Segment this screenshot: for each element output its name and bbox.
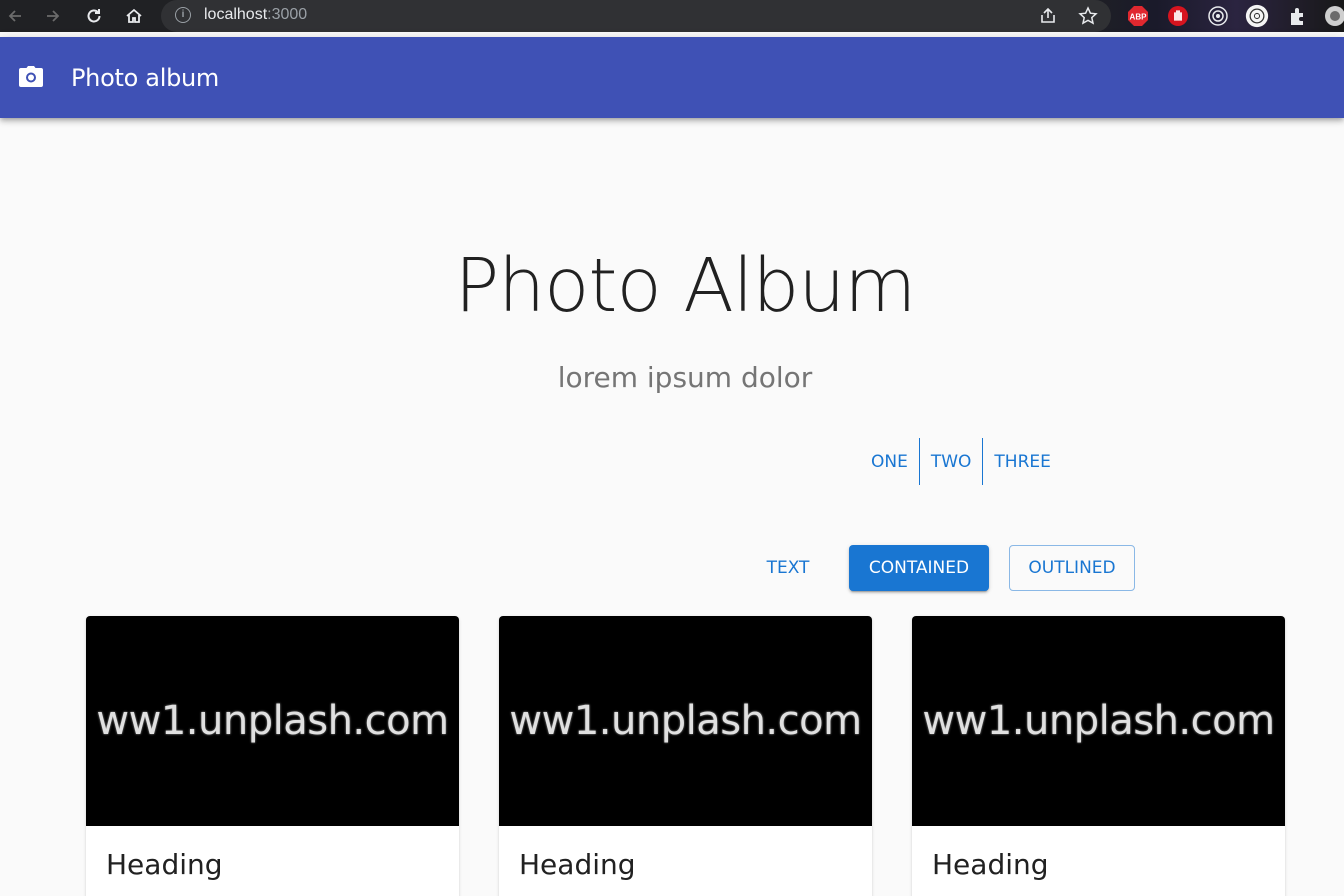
extensions-icon[interactable] xyxy=(1286,4,1310,28)
button-three[interactable]: THREE xyxy=(983,438,1061,485)
page-title: Photo Album xyxy=(454,243,917,329)
profile-icon[interactable] xyxy=(1323,4,1344,28)
circle-icon[interactable] xyxy=(1245,4,1269,28)
forward-icon[interactable] xyxy=(38,0,68,32)
photo-card[interactable]: ww1.unplash.com Heading xyxy=(499,616,872,896)
card-image: ww1.unplash.com xyxy=(499,616,872,826)
card-heading: Heading xyxy=(106,848,223,881)
svg-text:ABP: ABP xyxy=(1130,13,1148,22)
adblock-icon[interactable]: ABP xyxy=(1126,4,1150,28)
card-heading: Heading xyxy=(932,848,1049,881)
card-image: ww1.unplash.com xyxy=(912,616,1285,826)
card-image-text: ww1.unplash.com xyxy=(509,698,862,744)
browser-toolbar: i localhost:3000 ABP xyxy=(0,0,1344,32)
card-heading: Heading xyxy=(519,848,636,881)
hand-icon[interactable] xyxy=(1166,4,1190,28)
home-icon[interactable] xyxy=(119,0,149,32)
card-image-text: ww1.unplash.com xyxy=(922,698,1275,744)
card-image: ww1.unplash.com xyxy=(86,616,459,826)
share-icon[interactable] xyxy=(1036,4,1060,28)
camera-icon xyxy=(18,65,44,89)
star-icon[interactable] xyxy=(1076,4,1100,28)
page-subtitle: lorem ipsum dolor xyxy=(557,361,813,394)
card-image-text: ww1.unplash.com xyxy=(96,698,449,744)
url-text[interactable]: localhost:3000 xyxy=(204,6,307,24)
info-icon[interactable]: i xyxy=(175,7,191,23)
button-group: ONE TWO THREE xyxy=(860,438,1062,485)
contained-button[interactable]: CONTAINED xyxy=(849,545,989,591)
button-one[interactable]: ONE xyxy=(860,438,920,485)
address-bar[interactable]: i localhost:3000 xyxy=(161,0,1111,32)
photo-card[interactable]: ww1.unplash.com Heading xyxy=(86,616,459,896)
photo-card[interactable]: ww1.unplash.com Heading xyxy=(912,616,1285,896)
back-icon[interactable] xyxy=(0,0,30,32)
button-two[interactable]: TWO xyxy=(920,438,984,485)
outlined-button[interactable]: OUTLINED xyxy=(1009,545,1135,591)
reload-icon[interactable] xyxy=(79,0,109,32)
target-icon[interactable] xyxy=(1206,4,1230,28)
app-title: Photo album xyxy=(71,64,219,92)
app-bar: Photo album xyxy=(0,37,1344,118)
text-button[interactable]: TEXT xyxy=(752,545,824,591)
